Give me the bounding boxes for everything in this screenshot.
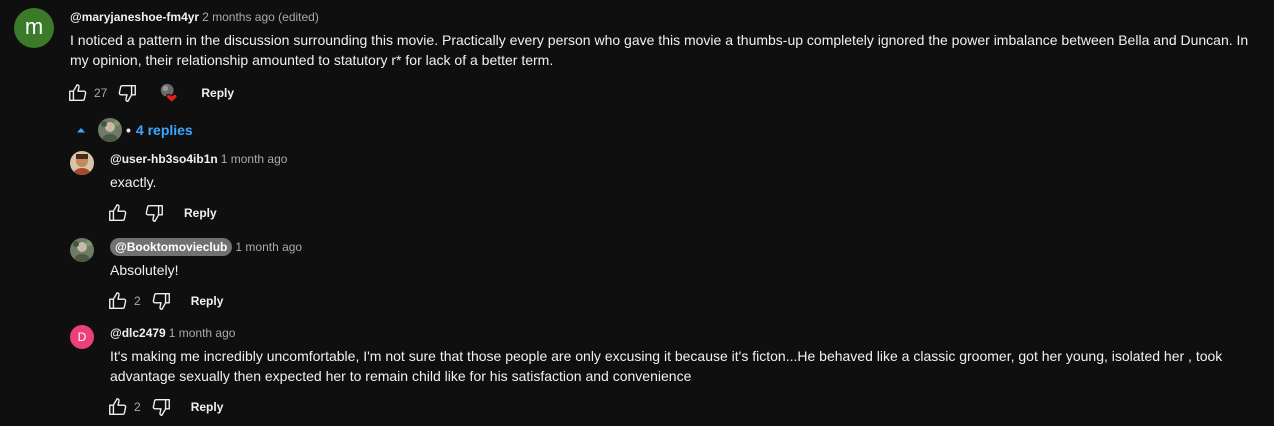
reply-text: exactly. [110,174,157,190]
comments-panel: m @maryjaneshoe-fm4yr 2 months ago (edite… [0,0,1274,426]
thumbs-up-icon[interactable] [106,289,130,313]
reply-text: Absolutely! [110,262,179,278]
like-count: 27 [94,86,108,100]
comment-text: I noticed a pattern in the discussion su… [70,32,1249,68]
reply-avatar[interactable] [70,151,94,175]
reply-avatar[interactable]: D [70,325,94,349]
reply-actions: Reply [106,201,225,225]
reply-header: @user-hb3so4ib1n 1 month ago [110,151,287,167]
creator-author-chip[interactable]: @Booktomovieclub [110,238,233,256]
reply-time[interactable]: 1 month ago [235,240,302,254]
creator-heart-icon [157,81,181,105]
comment-time[interactable]: 2 months ago (edited) [202,10,319,24]
replies-toggle-button[interactable]: • 4 replies [70,116,193,144]
reply-author[interactable]: @user-hb3so4ib1n [110,152,218,166]
caret-up-icon [77,128,85,133]
reply-button[interactable]: Reply [183,396,232,418]
reply-actions: 2 Reply [106,395,231,419]
like-count: 2 [134,294,141,308]
reply-actions: 2 Reply [106,289,231,313]
comment-header: @maryjaneshoe-fm4yr 2 months ago (edited) [70,9,319,25]
comment-author[interactable]: @maryjaneshoe-fm4yr [70,10,199,24]
like-count: 2 [134,400,141,414]
thumbs-down-icon[interactable] [142,201,166,225]
reply-button[interactable]: Reply [193,82,242,104]
comment-actions: 27 Reply [66,81,242,105]
reply-time[interactable]: 1 month ago [169,326,236,340]
replies-separator: • [126,122,131,138]
reply-header: @dlc2479 1 month ago [110,325,235,341]
thumbs-up-icon[interactable] [106,395,130,419]
reply-button[interactable]: Reply [183,290,232,312]
thumbs-up-icon[interactable] [66,81,90,105]
reply-header: @Booktomovieclub 1 month ago [110,238,302,256]
replies-count: 4 replies [135,122,193,138]
thumbs-up-icon[interactable] [106,201,130,225]
creator-replied-avatar [98,118,122,142]
commenter-avatar[interactable]: m [14,8,54,48]
reply-author[interactable]: @dlc2479 [110,326,166,340]
thumbs-down-icon[interactable] [149,289,173,313]
reply-text: It's making me incredibly uncomfortable,… [110,348,1223,384]
reply-time[interactable]: 1 month ago [221,152,288,166]
thumbs-down-icon[interactable] [115,81,139,105]
reply-button[interactable]: Reply [176,202,225,224]
reply-avatar[interactable] [70,238,94,262]
thumbs-down-icon[interactable] [149,395,173,419]
